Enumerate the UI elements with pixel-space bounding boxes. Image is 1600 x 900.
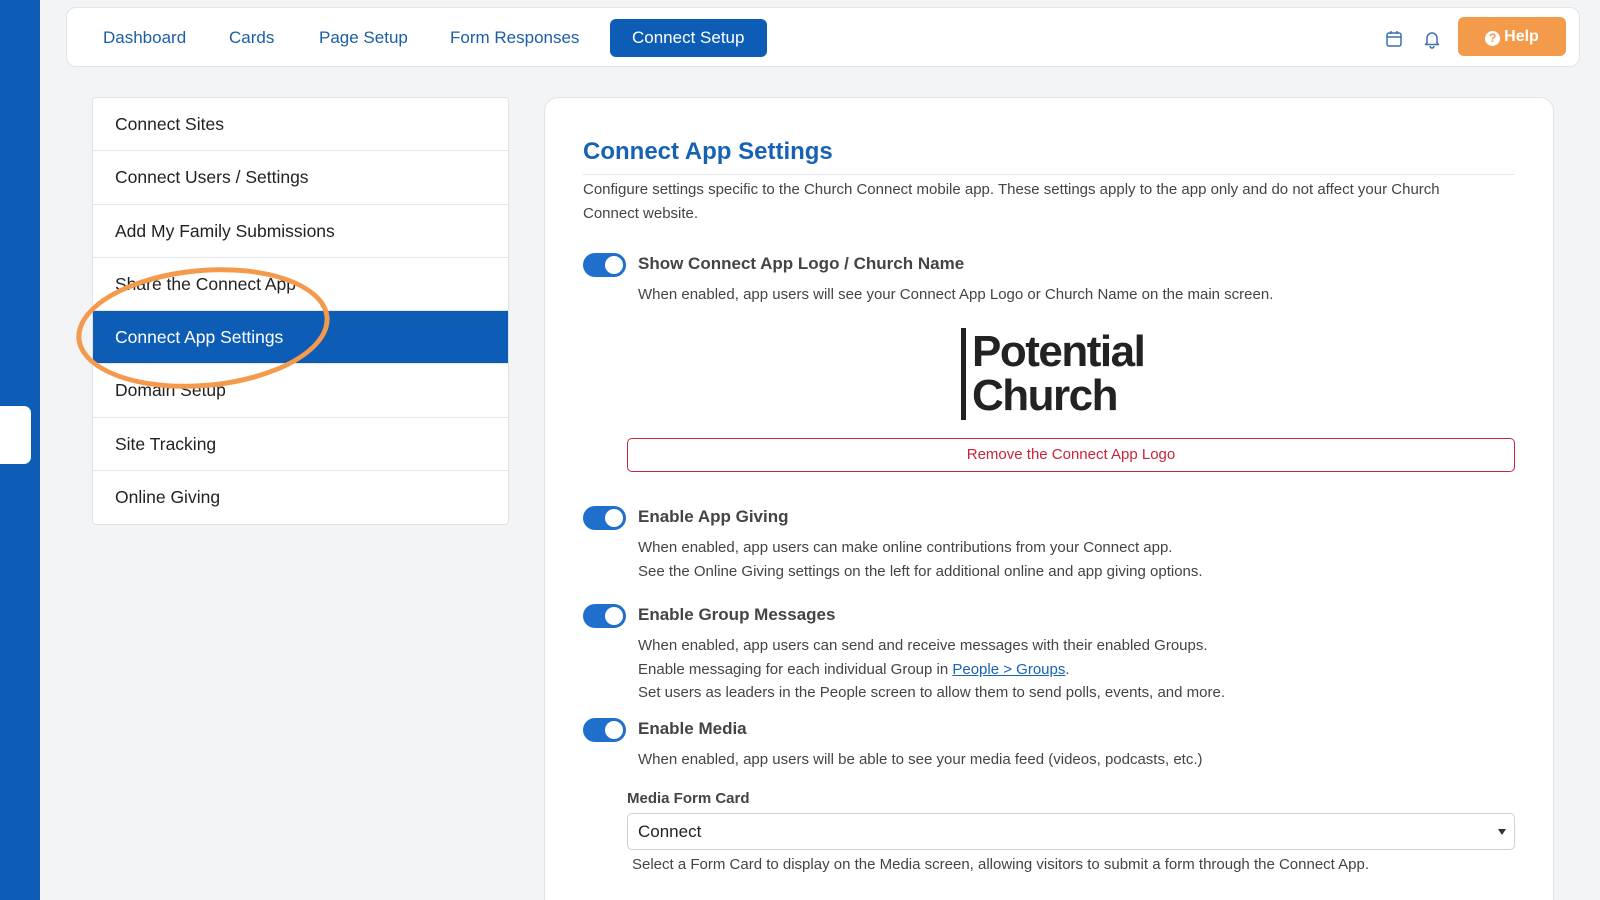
settings-panel: Connect App Settings Configure settings … <box>544 97 1554 900</box>
tab-cards[interactable]: Cards <box>207 19 296 57</box>
setting-description: When enabled, app users will see your Co… <box>638 286 1274 303</box>
groups-desc-suffix: . <box>1065 660 1070 678</box>
groups-desc-line-3: Set users as leaders in the People scree… <box>638 684 1225 701</box>
group-messages-toggle[interactable] <box>583 604 626 628</box>
select-value: Connect <box>638 822 702 841</box>
setting-title: Enable Media <box>638 719 747 738</box>
groups-desc-line-1: When enabled, app users can send and rec… <box>638 637 1208 654</box>
setting-title: Show Connect App Logo / Church Name <box>638 254 965 273</box>
giving-desc-line-2: See the Online Giving settings on the le… <box>638 562 1203 580</box>
tab-page-setup[interactable]: Page Setup <box>297 19 430 57</box>
sidebar-item-online-giving[interactable]: Online Giving <box>93 471 508 524</box>
help-button[interactable]: ? Help <box>1458 17 1566 56</box>
top-navigation: Dashboard Cards Page Setup Form Response… <box>66 7 1580 67</box>
church-logo: Potential Church <box>961 328 1191 420</box>
setting-title: Enable App Giving <box>638 507 789 526</box>
logo-line-2: Church <box>972 371 1119 420</box>
title-divider <box>583 174 1514 175</box>
media-form-card-help: Select a Form Card to display on the Med… <box>632 856 1370 873</box>
sidebar-item-connect-users-settings[interactable]: Connect Users / Settings <box>93 151 508 205</box>
tab-connect-setup[interactable]: Connect Setup <box>610 19 767 57</box>
help-label: Help <box>1504 28 1539 45</box>
question-circle-icon: ? <box>1485 31 1501 46</box>
setting-description: When enabled, app users can send and rec… <box>638 634 1518 705</box>
sidebar-item-site-tracking[interactable]: Site Tracking <box>93 418 508 472</box>
groups-desc-prefix: Enable messaging for each individual Gro… <box>638 660 953 678</box>
media-form-card-label: Media Form Card <box>627 790 750 807</box>
logo-line-1: Potential <box>972 327 1146 376</box>
setting-description: When enabled, app users will be able to … <box>638 751 1203 768</box>
sidebar-item-connect-sites[interactable]: Connect Sites <box>93 98 508 152</box>
giving-desc-line-1: When enabled, app users can make online … <box>638 539 1173 556</box>
media-toggle[interactable] <box>583 718 626 742</box>
show-logo-toggle[interactable] <box>583 253 626 277</box>
remove-logo-button[interactable]: Remove the Connect App Logo <box>627 438 1515 472</box>
chevron-down-icon <box>1498 829 1506 835</box>
side-drawer-tab[interactable] <box>0 406 31 464</box>
tab-form-responses[interactable]: Form Responses <box>428 19 601 57</box>
tab-dashboard[interactable]: Dashboard <box>81 19 208 57</box>
app-giving-toggle[interactable] <box>583 506 626 530</box>
calendar-icon[interactable] <box>1383 28 1405 50</box>
media-form-card-select[interactable]: Connect <box>627 813 1515 850</box>
intro-text: Configure settings specific to the Churc… <box>583 181 1440 222</box>
people-groups-link[interactable]: People > Groups <box>952 661 1065 678</box>
page-title: Connect App Settings <box>583 138 833 165</box>
setting-title: Enable Group Messages <box>638 605 836 624</box>
sidebar-item-add-my-family-submissions[interactable]: Add My Family Submissions <box>93 205 508 258</box>
setting-description: When enabled, app users can make online … <box>638 536 1518 583</box>
bell-icon[interactable] <box>1421 28 1443 50</box>
groups-desc-line-2: Enable messaging for each individual Gro… <box>638 658 1518 682</box>
